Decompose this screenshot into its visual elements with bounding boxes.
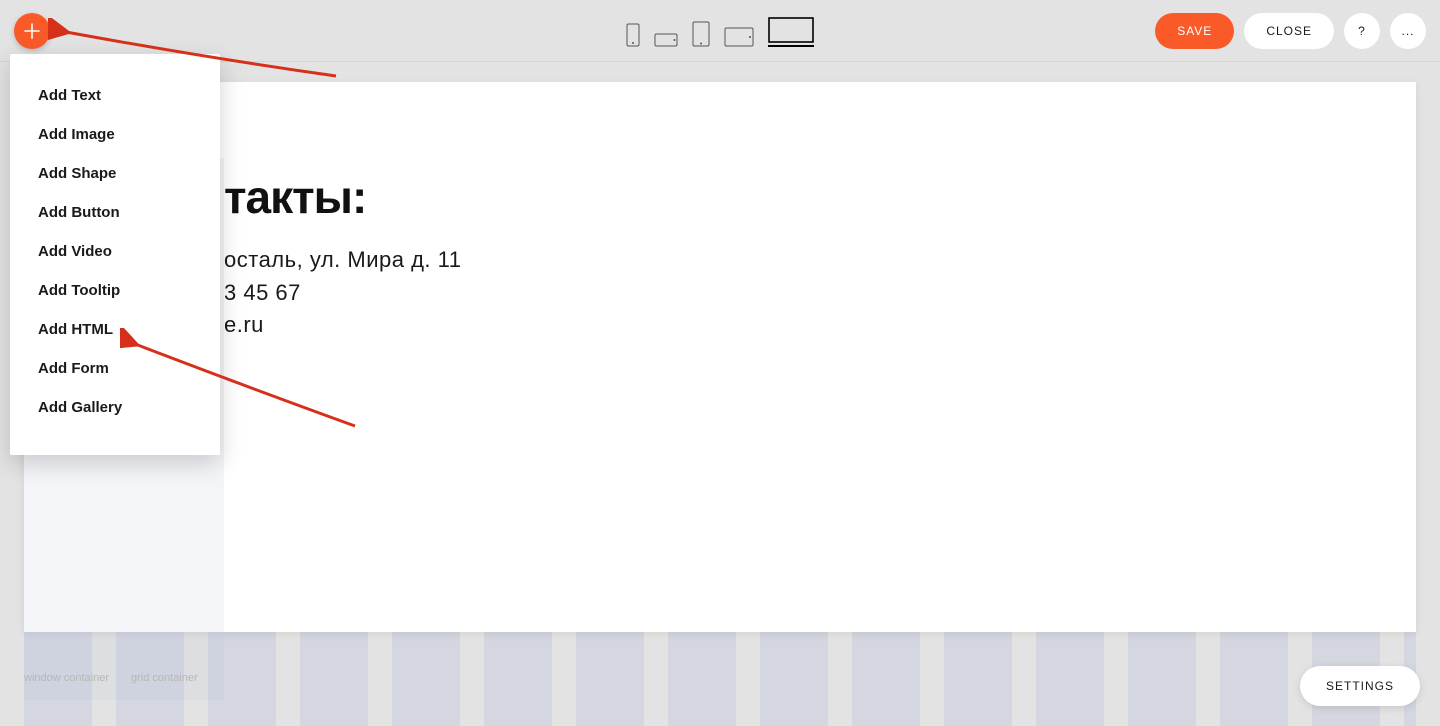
device-phone-landscape[interactable] bbox=[654, 33, 678, 47]
address-line-fragment: осталь, ул. Мира д. 11 bbox=[224, 247, 462, 273]
tablet-landscape-icon bbox=[724, 27, 754, 47]
add-video-item[interactable]: Add Video bbox=[38, 232, 192, 271]
device-phone-portrait[interactable] bbox=[626, 23, 640, 47]
add-text-item[interactable]: Add Text bbox=[38, 76, 192, 115]
footer-labels: window container grid container bbox=[24, 672, 198, 684]
add-image-item[interactable]: Add Image bbox=[38, 115, 192, 154]
add-html-item[interactable]: Add HTML bbox=[38, 310, 192, 349]
add-shape-item[interactable]: Add Shape bbox=[38, 154, 192, 193]
settings-button[interactable]: SETTINGS bbox=[1300, 666, 1420, 706]
save-button[interactable]: SAVE bbox=[1155, 13, 1234, 49]
plus-icon bbox=[24, 23, 40, 39]
phone-line-fragment: 3 45 67 bbox=[224, 280, 301, 306]
device-tablet-portrait[interactable] bbox=[692, 21, 710, 47]
page-title-fragment: такты: bbox=[224, 170, 366, 224]
close-button[interactable]: CLOSE bbox=[1244, 13, 1334, 49]
desktop-icon bbox=[768, 17, 814, 43]
add-form-item[interactable]: Add Form bbox=[38, 349, 192, 388]
tablet-portrait-icon bbox=[692, 21, 710, 47]
device-desktop[interactable] bbox=[768, 17, 814, 47]
add-menu-panel: Add Text Add Image Add Shape Add Button … bbox=[10, 54, 220, 455]
phone-portrait-icon bbox=[626, 23, 640, 47]
add-tooltip-item[interactable]: Add Tooltip bbox=[38, 271, 192, 310]
add-gallery-item[interactable]: Add Gallery bbox=[38, 388, 192, 427]
toolbar-right: SAVE CLOSE ? ... bbox=[1155, 13, 1426, 49]
toolbar-left bbox=[14, 13, 50, 49]
add-button[interactable] bbox=[14, 13, 50, 49]
add-button-item[interactable]: Add Button bbox=[38, 193, 192, 232]
page-surface[interactable] bbox=[24, 82, 1416, 632]
device-switcher bbox=[626, 17, 814, 47]
top-toolbar: SAVE CLOSE ? ... bbox=[0, 0, 1440, 62]
email-line-fragment: e.ru bbox=[224, 312, 264, 338]
help-button[interactable]: ? bbox=[1344, 13, 1380, 49]
more-button[interactable]: ... bbox=[1390, 13, 1426, 49]
device-tablet-landscape[interactable] bbox=[724, 27, 754, 47]
grid-container-label: grid container bbox=[131, 672, 198, 684]
window-container-label: window container bbox=[24, 672, 109, 684]
phone-landscape-icon bbox=[654, 33, 678, 47]
